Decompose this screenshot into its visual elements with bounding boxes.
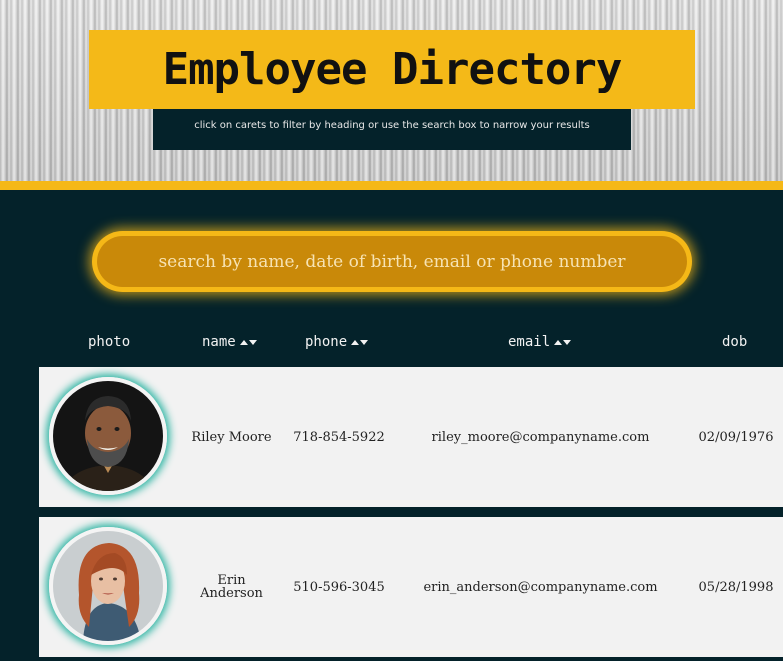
cell-email: riley_moore@companyname.com	[431, 429, 650, 445]
caret-up-icon[interactable]	[239, 339, 248, 345]
sort-carets-phone[interactable]	[351, 339, 369, 345]
table-row: Riley Moore 718-854-5922 riley_moore@com…	[39, 367, 783, 507]
cell-email: erin_anderson@companyname.com	[423, 579, 658, 595]
caret-down-icon[interactable]	[563, 339, 572, 345]
cell-dob: 05/28/1998	[698, 579, 774, 595]
cell-phone: 510-596-3045	[293, 579, 385, 595]
cell-name: Riley Moore	[191, 429, 272, 445]
avatar	[49, 527, 167, 645]
sort-carets-name[interactable]	[239, 339, 258, 345]
column-label-email: email	[508, 334, 551, 350]
column-header-photo: photo	[88, 333, 130, 351]
woman-portrait-icon	[53, 531, 163, 641]
page-title: Employee Directory	[162, 44, 623, 95]
column-header-name: name	[202, 333, 258, 351]
cell-phone: 718-854-5922	[293, 429, 385, 445]
subtitle-banner: click on carets to filter by heading or …	[153, 109, 631, 150]
column-label-name: name	[202, 334, 236, 350]
caret-up-icon[interactable]	[351, 339, 360, 345]
column-header-phone: phone	[305, 333, 369, 351]
column-header-email: email	[508, 333, 572, 351]
cell-dob: 02/09/1976	[698, 429, 774, 445]
search-bar	[92, 231, 692, 292]
column-label-phone: phone	[305, 334, 348, 350]
cell-name: Erin Anderson	[200, 573, 263, 601]
column-header-dob: dob	[722, 333, 747, 351]
search-input[interactable]	[97, 236, 687, 287]
column-label-photo: photo	[88, 334, 131, 350]
man-portrait-icon	[53, 381, 163, 491]
page-subtitle: click on carets to filter by heading or …	[194, 120, 590, 131]
table-row: Erin Anderson 510-596-3045 erin_anderson…	[39, 517, 783, 657]
column-label-dob: dob	[722, 334, 748, 350]
title-banner: Employee Directory	[89, 30, 695, 109]
header-divider	[0, 181, 783, 190]
caret-down-icon[interactable]	[360, 339, 369, 345]
sort-carets-email[interactable]	[554, 339, 572, 345]
avatar	[49, 377, 167, 495]
caret-down-icon[interactable]	[248, 339, 257, 345]
caret-up-icon[interactable]	[554, 339, 563, 345]
